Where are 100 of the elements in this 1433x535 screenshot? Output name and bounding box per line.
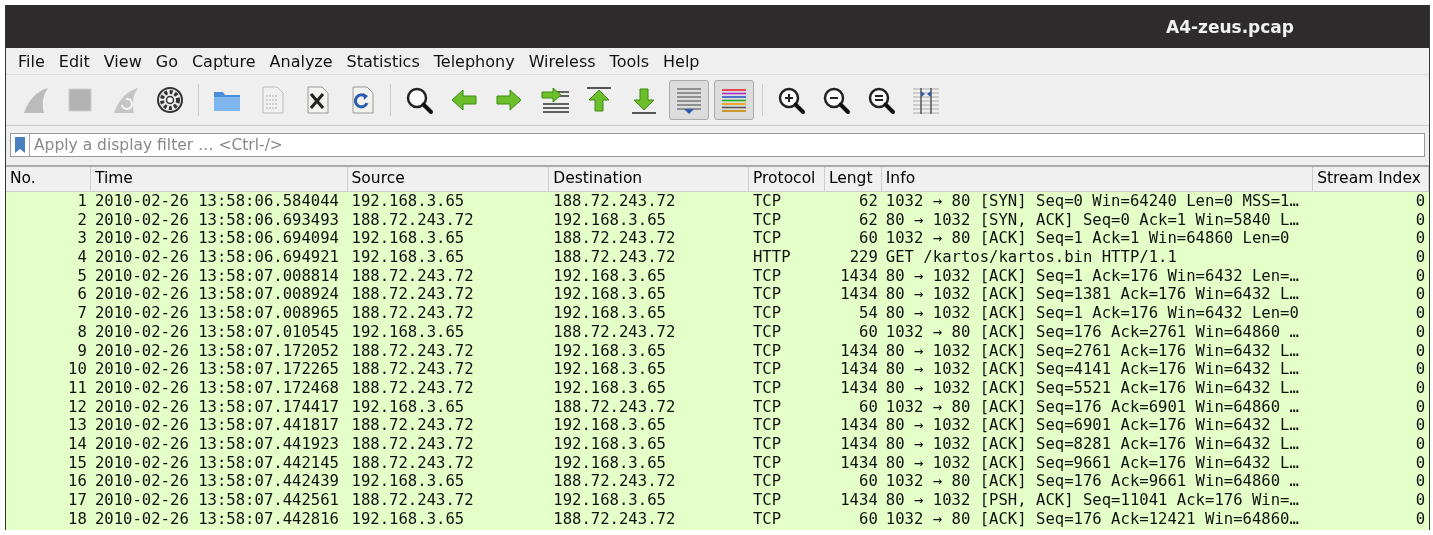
table-cell-text: TCP — [751, 360, 783, 379]
table-cell-text: 0 — [1414, 434, 1426, 454]
table-cell-text: GET /kartos/kartos.bin HTTP/1.1 — [884, 248, 1178, 267]
table-cell-text: 1434 — [839, 378, 879, 398]
table-cell-text: 188.72.243.72 — [350, 453, 475, 473]
table-cell-text: 80 → 1032 [ACK] Seq=1381 Ack=176 Win=6432 L… — [884, 285, 1300, 305]
table-cell-text: 62 — [858, 192, 879, 211]
menu-item[interactable]: Statistics — [339, 51, 427, 71]
table-cell-text: TCP — [751, 378, 783, 398]
table-cell-text: 188.72.243.72 — [350, 266, 475, 286]
column-header[interactable]: Time — [90, 167, 348, 191]
table-cell-text: 0 — [1414, 229, 1426, 249]
table-cell-text: 80 → 1032 [ACK] Seq=1 Ack=176 Win=6432 Len=0 — [884, 304, 1300, 323]
table-cell-text: 12 — [67, 397, 88, 417]
table-cell-text: 192.168.3.65 — [552, 491, 667, 510]
table-cell-text: 5 — [76, 266, 88, 286]
table-cell-text: TCP — [751, 416, 783, 435]
table-cell-text: TCP — [751, 434, 783, 454]
column-header[interactable]: Destination — [549, 167, 749, 191]
table-cell-text: 60 — [858, 229, 879, 249]
table-cell-text: 16 — [67, 472, 88, 491]
table-cell-text: 0 — [1414, 491, 1426, 510]
table-cell-text: 188.72.243.72 — [552, 397, 677, 417]
table-cell-text: 192.168.3.65 — [552, 434, 667, 454]
table-cell-text: 2010-02-26 13:58:06.584044 — [93, 192, 340, 211]
menu-item[interactable]: Tools — [602, 51, 656, 71]
table-cell-text: 1032 → 80 [ACK] Seq=176 Ack=6901 Win=64860 … — [884, 397, 1300, 417]
menu-item[interactable]: Capture — [184, 51, 263, 71]
table-cell-text: 62 — [858, 210, 879, 230]
table-cell-text: 188.72.243.72 — [350, 434, 475, 454]
menu-item[interactable]: Go — [148, 51, 185, 71]
column-header[interactable]: No. — [6, 167, 91, 191]
table-cell-text: 2010-02-26 13:58:07.172052 — [93, 341, 340, 361]
menu-item[interactable]: Edit — [51, 51, 97, 71]
menu-item[interactable]: File — [11, 51, 52, 71]
table-cell-text: 2010-02-26 13:58:07.172265 — [93, 360, 340, 379]
column-header[interactable]: Info — [881, 167, 1314, 191]
table-cell-text: 0 — [1414, 341, 1426, 361]
table-cell-text: 0 — [1414, 248, 1426, 267]
table-cell-text: 2010-02-26 13:58:07.441923 — [93, 434, 340, 454]
table-cell-text: 2010-02-26 13:58:06.694094 — [93, 229, 340, 249]
table-cell-text: 2010-02-26 13:58:07.172468 — [93, 378, 340, 398]
window-title: A4-zeus.pcap — [1165, 16, 1294, 37]
table-cell-text: 6 — [76, 285, 88, 305]
table-cell-text: TCP — [751, 210, 783, 230]
table-cell-text: 0 — [1414, 304, 1426, 323]
table-cell-text: 1434 — [839, 491, 879, 510]
table-cell-text: 192.168.3.65 — [552, 416, 667, 435]
table-cell-text: 188.72.243.72 — [350, 304, 475, 323]
table-cell-text: 188.72.243.72 — [552, 322, 677, 342]
table-cell-text: 188.72.243.72 — [350, 491, 475, 510]
table-cell-text: 80 → 1032 [ACK] Seq=8281 Ack=176 Win=6432 L… — [884, 434, 1300, 454]
table-cell-text: 17 — [67, 491, 88, 510]
table-cell-text: 2010-02-26 13:58:07.442561 — [93, 491, 340, 510]
table-cell-text: 3 — [76, 229, 88, 249]
table-cell-text: 1434 — [839, 416, 879, 435]
menu-item[interactable]: View — [96, 51, 149, 71]
table-cell-text: TCP — [751, 304, 783, 323]
colored-lines-icon[interactable] — [714, 80, 754, 120]
table-cell-text: 15 — [67, 453, 88, 473]
table-cell-text: TCP — [751, 341, 783, 361]
table-cell-text: 80 → 1032 [SYN, ACK] Seq=0 Ack=1 Win=5840 L… — [884, 210, 1300, 230]
table-cell-text: TCP — [751, 472, 783, 491]
autoscroll-icon[interactable] — [669, 80, 709, 120]
table-cell-text: 192.168.3.65 — [552, 378, 667, 398]
table-cell-text: 8 — [76, 322, 88, 342]
table-cell-text: 0 — [1414, 472, 1426, 491]
table-cell-text: 192.168.3.65 — [552, 266, 667, 286]
table-cell-text: 10 — [67, 360, 88, 379]
table-cell-text: 0 — [1414, 360, 1426, 379]
table-cell-text: 192.168.3.65 — [350, 248, 466, 267]
menu-item[interactable]: Wireless — [521, 51, 603, 71]
menu-item[interactable]: Analyze — [262, 51, 340, 71]
table-cell-text: HTTP — [751, 248, 792, 267]
table-cell-text: 80 → 1032 [PSH, ACK] Seq=11041 Ack=176 Win=… — [884, 491, 1300, 510]
table-cell-text: TCP — [751, 192, 783, 211]
table-cell-text: TCP — [751, 397, 783, 417]
display-filter-field[interactable]: Apply a display filter … <Ctrl-/> — [30, 133, 1425, 157]
table-cell-text: TCP — [751, 453, 783, 473]
table-cell-text: 60 — [858, 472, 879, 491]
menu-item[interactable]: Telephony — [426, 51, 522, 71]
column-header[interactable]: Stream Index — [1313, 167, 1429, 191]
table-cell-text: 2010-02-26 13:58:07.174417 — [93, 397, 340, 417]
table-cell-text: 192.168.3.65 — [552, 210, 667, 230]
column-header[interactable]: Protocol — [748, 167, 825, 191]
column-header[interactable]: Lengt — [824, 167, 882, 191]
table-cell-text: 1032 → 80 [SYN] Seq=0 Win=64240 Len=0 MSS=1… — [884, 192, 1300, 211]
table-cell-text: 188.72.243.72 — [350, 360, 475, 379]
menu-item[interactable]: Help — [656, 51, 707, 71]
table-cell-text: 0 — [1414, 509, 1426, 529]
table-cell-text: 192.168.3.65 — [552, 360, 667, 379]
table-cell-text: 0 — [1414, 285, 1426, 305]
table-cell-text: 192.168.3.65 — [350, 472, 466, 491]
column-header[interactable]: Source — [347, 167, 550, 191]
table-cell-text: 192.168.3.65 — [350, 229, 466, 249]
table-cell-text: 188.72.243.72 — [552, 248, 677, 267]
table-cell-text: 18 — [67, 509, 88, 529]
table-cell-text: 7 — [76, 304, 88, 323]
table-cell-text: 188.72.243.72 — [350, 416, 475, 435]
bookmark-icon[interactable] — [10, 133, 30, 157]
